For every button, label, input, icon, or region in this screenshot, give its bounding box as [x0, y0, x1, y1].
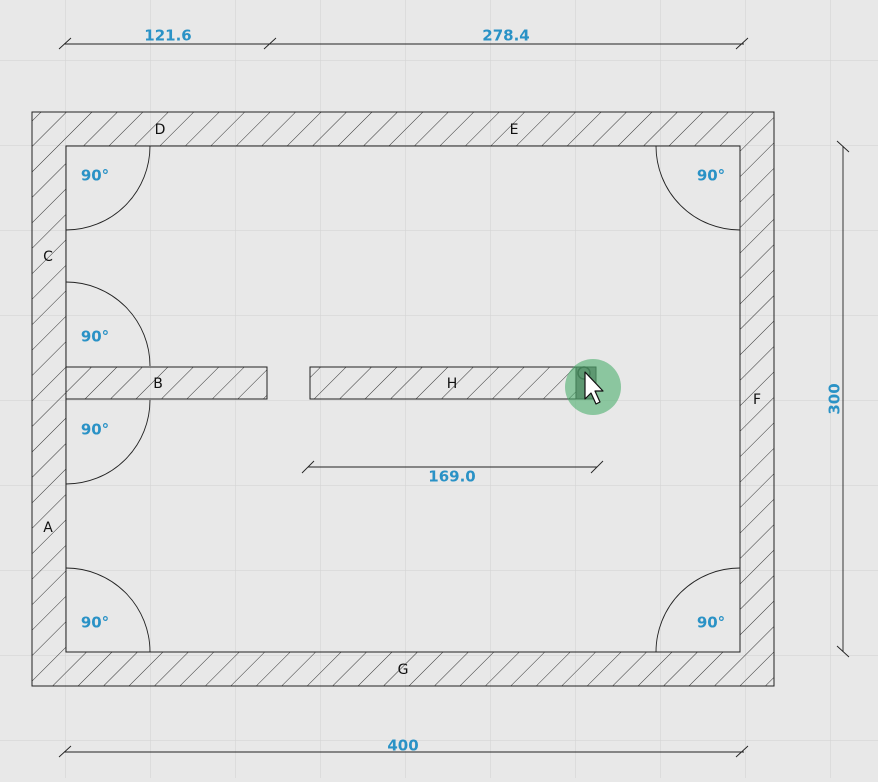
- floor-plan-svg: 90° 90° 90° 90° 90° 90° A B C D E F G H …: [0, 0, 878, 778]
- dim-wall-h: 169.0: [428, 468, 475, 486]
- angle-top-left: 90°: [81, 167, 109, 185]
- wall-label-d: D: [155, 122, 166, 138]
- floor-plan-canvas[interactable]: 90° 90° 90° 90° 90° 90° A B C D E F G H …: [0, 0, 878, 778]
- angle-top-right: 90°: [697, 167, 725, 185]
- wall-label-e: E: [510, 122, 519, 138]
- angle-bottom-left: 90°: [81, 614, 109, 632]
- dim-top-right: 278.4: [482, 27, 529, 45]
- wall-label-g: G: [398, 662, 409, 678]
- angle-lower-left-mid: 90°: [81, 421, 109, 439]
- dim-top-left: 121.6: [144, 27, 191, 45]
- wall-label-c: C: [43, 249, 53, 265]
- wall-label-f: F: [753, 392, 761, 408]
- wall-label-b: B: [153, 376, 163, 392]
- wall-b[interactable]: [65, 366, 268, 400]
- wall-label-a: A: [43, 520, 53, 536]
- wall-label-h: H: [447, 376, 458, 392]
- angle-upper-left-mid: 90°: [81, 328, 109, 346]
- dim-bottom: 400: [387, 737, 418, 755]
- dim-right: 300: [826, 383, 844, 414]
- angle-bottom-right: 90°: [697, 614, 725, 632]
